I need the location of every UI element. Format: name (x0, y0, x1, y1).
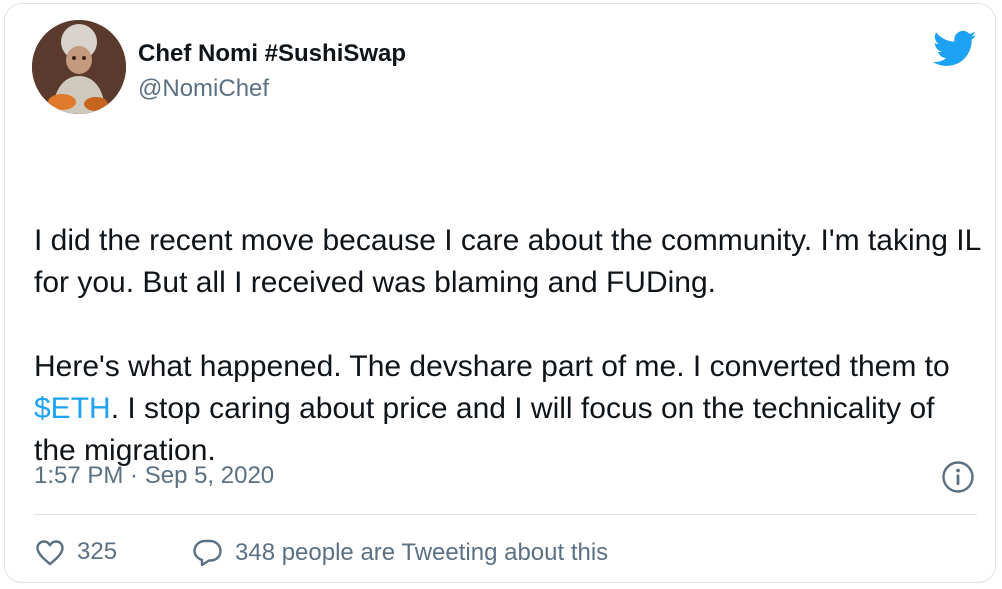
tweeting-about-label: 348 people are Tweeting about this (235, 538, 609, 566)
divider (34, 514, 977, 515)
twitter-bird-icon[interactable] (933, 30, 977, 68)
heart-icon (36, 539, 64, 565)
like-count: 325 (77, 538, 118, 565)
speech-bubble-icon (193, 539, 222, 567)
tweet-timestamp[interactable]: 1:57 PM · Sep 5, 2020 (34, 462, 274, 490)
eth-cashtag-link[interactable]: $ETH (34, 392, 111, 425)
tweet-card[interactable]: Chef Nomi #SushiSwap @NomiChef I did the… (4, 3, 996, 583)
avatar[interactable] (32, 20, 126, 114)
tweet-text-fragment: . I stop caring about price and I will f… (34, 392, 943, 467)
info-icon[interactable] (941, 460, 975, 494)
tweet-text-fragment: Here's what happened. The devshare part … (34, 350, 959, 383)
like-button[interactable]: 325 (35, 538, 117, 566)
author-handle[interactable]: @NomiChef (138, 75, 269, 103)
tweet-paragraph-2: Here's what happened. The devshare part … (34, 346, 984, 472)
author-display-name[interactable]: Chef Nomi #SushiSwap (138, 40, 406, 68)
tweeting-about-link[interactable]: 348 people are Tweeting about this (192, 538, 608, 567)
avatar-image (32, 20, 126, 114)
tweet-text: I did the recent move because I care abo… (34, 136, 984, 556)
tweet-paragraph-1: I did the recent move because I care abo… (34, 224, 989, 299)
